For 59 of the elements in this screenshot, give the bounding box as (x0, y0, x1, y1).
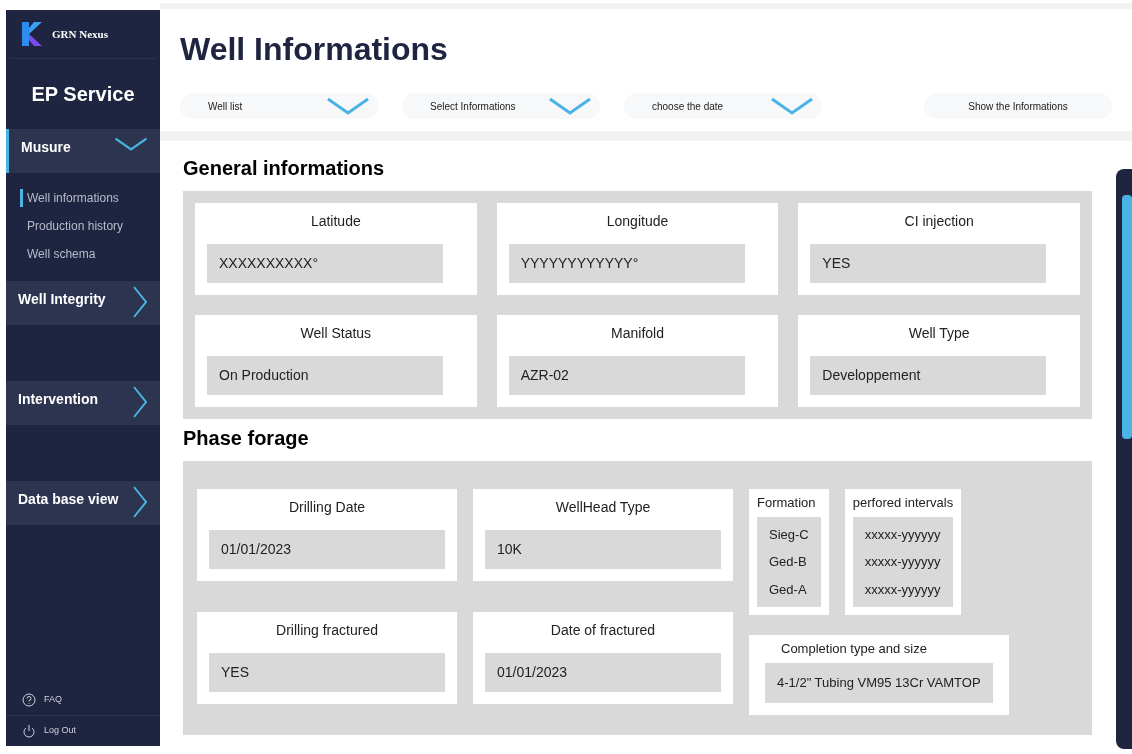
value-field[interactable]: XXXXXXXXXX° (207, 244, 443, 283)
value-field[interactable]: YES (810, 244, 1047, 283)
value-field[interactable]: 01/01/2023 (485, 652, 721, 692)
chevron-down-icon (548, 97, 592, 115)
field-label: WellHead Type (554, 498, 652, 517)
logo-icon (22, 22, 44, 46)
field-label: CI injection (903, 212, 975, 231)
nav-section[interactable]: Musure (6, 129, 160, 173)
service-title: EP Service (30, 82, 136, 107)
nav-section[interactable]: Well Integrity (6, 281, 160, 325)
section-title: General informations (183, 156, 386, 181)
field-label: Drilling Date (287, 498, 367, 517)
chevron-down-icon (770, 97, 814, 115)
footer-link[interactable]: Log Out (44, 724, 77, 738)
list-value: xxxxx-yyyyyy (864, 553, 942, 571)
dropdown-field[interactable]: choose the date (624, 93, 822, 119)
nav-item[interactable]: Well schema (23, 245, 160, 263)
field-label: Latitude (309, 212, 362, 231)
show-button[interactable]: Show the Informations (924, 93, 1112, 119)
brand-name: GRN Nexus (52, 26, 108, 42)
field-label: Manifold (610, 324, 665, 343)
value-field[interactable]: 4-1/2" Tubing VM95 13Cr VAMTOP (765, 662, 993, 703)
nav-section[interactable]: Intervention (6, 381, 160, 425)
section-title: Phase forage (183, 426, 310, 451)
nav-item[interactable]: Well informations (20, 189, 160, 207)
power-icon (22, 724, 36, 738)
field-label: perfored intervals (852, 494, 954, 512)
field-label: Completion type and size (780, 640, 928, 658)
help-icon (22, 693, 36, 707)
dropdown-field[interactable]: Well list (180, 93, 378, 119)
dropdown-field[interactable]: Select Informations (402, 93, 600, 119)
list-value: Sieg-C (769, 525, 809, 544)
nav-section[interactable]: Data base view (6, 481, 160, 525)
chevron-down-icon (326, 97, 370, 115)
chevron-right-icon (132, 385, 148, 419)
chevron-right-icon (132, 485, 148, 519)
field-label: Longitude (605, 212, 670, 231)
field-label: Well Type (907, 324, 971, 343)
page-title: Well Informations (180, 30, 449, 69)
list-value: xxxxx-yyyyyy (864, 525, 942, 544)
field-label: Well Status (299, 324, 373, 343)
list-value: xxxxx-yyyyyy (864, 580, 942, 599)
value-field[interactable]: YYYYYYYYYYYY° (508, 244, 745, 283)
value-field[interactable]: 10K (485, 530, 721, 569)
value-field[interactable]: On Production (207, 356, 443, 395)
scrollbar[interactable] (1116, 169, 1132, 749)
value-field[interactable]: AZR-02 (508, 356, 745, 395)
field-label: Date of fractured (549, 620, 657, 640)
scrollbar-thumb[interactable] (1122, 195, 1132, 439)
value-field[interactable]: 01/01/2023 (209, 530, 445, 569)
chevron-right-icon (132, 285, 148, 319)
value-field[interactable]: Developpement (810, 356, 1047, 395)
footer-link[interactable]: FAQ (44, 693, 62, 707)
nav-item[interactable]: Production history (23, 217, 160, 235)
list-value: Ged-B (769, 553, 808, 571)
field-label: Drilling fractured (275, 620, 379, 640)
list-value: Ged-A (769, 580, 808, 599)
field-label: Formation (757, 494, 817, 512)
value-field[interactable]: YES (209, 652, 445, 692)
